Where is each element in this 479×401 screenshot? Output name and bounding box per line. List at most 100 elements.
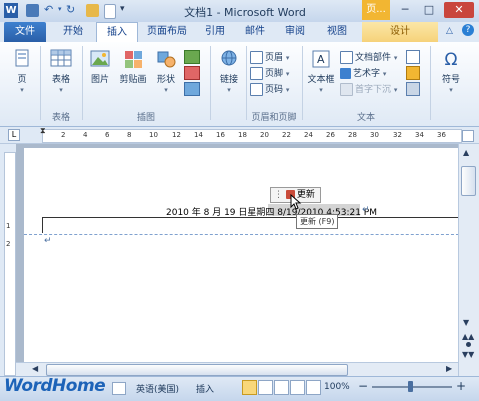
vertical-ruler-track <box>4 152 16 376</box>
minimize-button[interactable]: ─ <box>394 2 416 18</box>
symbols-button[interactable]: Ω 符号 ▾ <box>434 48 468 95</box>
tab-insert[interactable]: 插入 <box>96 22 138 43</box>
picture-button[interactable]: 图片 <box>86 48 114 85</box>
ruler-tick-label: 28 <box>348 131 357 139</box>
tab-selector-icon[interactable]: L <box>8 129 20 141</box>
vertical-ruler-mark: 2 <box>6 240 11 248</box>
footer-icon <box>250 67 263 80</box>
language-indicator[interactable]: 英语(美国) <box>136 382 179 395</box>
signature-line-icon[interactable] <box>406 50 420 64</box>
tab-references[interactable]: 引用 <box>198 22 232 42</box>
shapes-button[interactable]: 形状 ▾ <box>152 48 180 95</box>
zoom-in-button[interactable]: + <box>456 379 466 393</box>
smartart-icon[interactable] <box>184 50 200 64</box>
textbox-label: 文本框 <box>307 75 335 85</box>
date-time-icon[interactable] <box>406 66 420 80</box>
open-folder-icon[interactable] <box>86 4 99 17</box>
draft-view-icon[interactable] <box>306 380 321 395</box>
scroll-right-icon[interactable]: ▶ <box>446 364 452 373</box>
mouse-cursor-icon <box>290 194 302 210</box>
header-date-field[interactable]: 2010 年 8 月 19 日星期四 8/19/2010 4:53:21 PM <box>166 205 377 218</box>
word-app-icon[interactable]: W <box>4 3 18 18</box>
screenshot-icon[interactable] <box>184 82 200 96</box>
header-icon <box>250 51 263 64</box>
pages-button[interactable]: 页 ▾ <box>8 48 36 95</box>
omega-symbol-icon: Ω <box>444 50 458 70</box>
indent-marker-icon[interactable]: ⧗ <box>40 126 46 136</box>
select-browse-object-icon[interactable] <box>466 342 471 347</box>
group-divider <box>430 46 431 120</box>
scroll-left-icon[interactable]: ◀ <box>32 364 38 373</box>
group-divider <box>210 46 211 120</box>
scroll-up-icon[interactable]: ▲ <box>463 148 469 157</box>
maximize-button[interactable]: □ <box>418 2 440 18</box>
textbox-icon: A <box>312 50 330 68</box>
ruler-tick-label: 30 <box>370 131 379 139</box>
zoom-slider-thumb[interactable] <box>408 381 413 392</box>
ruler-tick-label: 22 <box>282 131 291 139</box>
outline-view-icon[interactable] <box>290 380 305 395</box>
ruler-tick-label: 36 <box>437 131 446 139</box>
ruler-tick-label: 12 <box>172 131 181 139</box>
tab-review[interactable]: 审阅 <box>278 22 312 42</box>
zoom-level[interactable]: 100% <box>324 382 350 392</box>
ruler-tick-label: 10 <box>149 131 158 139</box>
page-number-label: 页码 <box>265 85 284 95</box>
group-label-header-footer: 页眉和页脚 <box>251 113 297 123</box>
chart-icon[interactable] <box>184 66 200 80</box>
ruler-tick-label: 34 <box>415 131 424 139</box>
document-page[interactable] <box>24 148 464 376</box>
links-button[interactable]: 链接 ▾ <box>214 48 244 95</box>
group-divider <box>82 46 83 120</box>
vertical-scroll-thumb[interactable] <box>461 166 476 196</box>
redo-icon[interactable]: ↻ <box>66 3 75 16</box>
wordart-icon <box>340 68 351 79</box>
minimize-ribbon-icon[interactable]: △ <box>446 26 453 36</box>
table-button[interactable]: 表格 ▾ <box>44 48 78 95</box>
insert-mode-indicator[interactable]: 插入 <box>196 382 214 395</box>
quick-parts-label: 文档部件 <box>355 53 392 63</box>
header-button[interactable]: 页眉 ▾ <box>250 50 289 64</box>
new-document-icon[interactable] <box>104 4 116 19</box>
print-layout-view-icon[interactable] <box>242 380 257 395</box>
object-icon[interactable] <box>406 82 420 96</box>
full-screen-reading-view-icon[interactable] <box>258 380 273 395</box>
view-ruler-icon[interactable] <box>462 130 474 142</box>
quick-parts-button[interactable]: 文档部件 ▾ <box>340 50 397 64</box>
tab-file[interactable]: 文件 <box>4 22 46 42</box>
customize-qat-icon[interactable]: ▾ <box>120 4 125 14</box>
clipart-button[interactable]: 剪贴画 <box>116 48 150 85</box>
tab-mailings[interactable]: 邮件 <box>238 22 272 42</box>
wordhome-watermark-logo: WordHome <box>4 376 106 396</box>
close-button[interactable]: ✕ <box>444 2 474 18</box>
clipart-label: 剪贴画 <box>119 75 147 85</box>
group-divider <box>302 46 303 120</box>
undo-icon[interactable]: ↶ <box>44 3 53 16</box>
update-tooltip: 更新 (F9) <box>296 214 339 229</box>
ruler-tick-label: 6 <box>105 131 110 139</box>
zoom-out-button[interactable]: − <box>358 379 368 393</box>
tab-view[interactable]: 视图 <box>320 22 354 42</box>
dropcap-button[interactable]: 首字下沉 ▾ <box>340 82 397 96</box>
undo-dropdown-icon[interactable]: ▾ <box>58 5 62 13</box>
tab-design[interactable]: 设计 <box>362 22 438 42</box>
scroll-down-icon[interactable]: ▼ <box>463 318 469 327</box>
tab-home[interactable]: 开始 <box>54 22 92 42</box>
clipart-icon <box>125 51 142 68</box>
help-icon[interactable]: ? <box>462 24 474 36</box>
proofing-icon[interactable] <box>112 382 126 395</box>
save-icon[interactable] <box>26 4 39 17</box>
footer-button[interactable]: 页脚 ▾ <box>250 66 289 80</box>
web-layout-view-icon[interactable] <box>274 380 289 395</box>
page-number-button[interactable]: 页码 ▾ <box>250 82 289 96</box>
page-number-icon <box>250 83 263 96</box>
tab-page-layout[interactable]: 页面布局 <box>140 22 194 42</box>
ruler-tick-label: 20 <box>260 131 269 139</box>
textbox-button[interactable]: A 文本框 ▾ <box>304 48 338 95</box>
previous-page-icon[interactable]: ▲▲ <box>462 332 474 341</box>
horizontal-scroll-thumb[interactable] <box>46 364 348 376</box>
next-page-icon[interactable]: ▼▼ <box>462 350 474 359</box>
wordart-button[interactable]: 艺术字 ▾ <box>340 66 386 79</box>
ruler-tick-label: 24 <box>304 131 313 139</box>
header-paragraph-mark: ↵ <box>362 205 370 215</box>
